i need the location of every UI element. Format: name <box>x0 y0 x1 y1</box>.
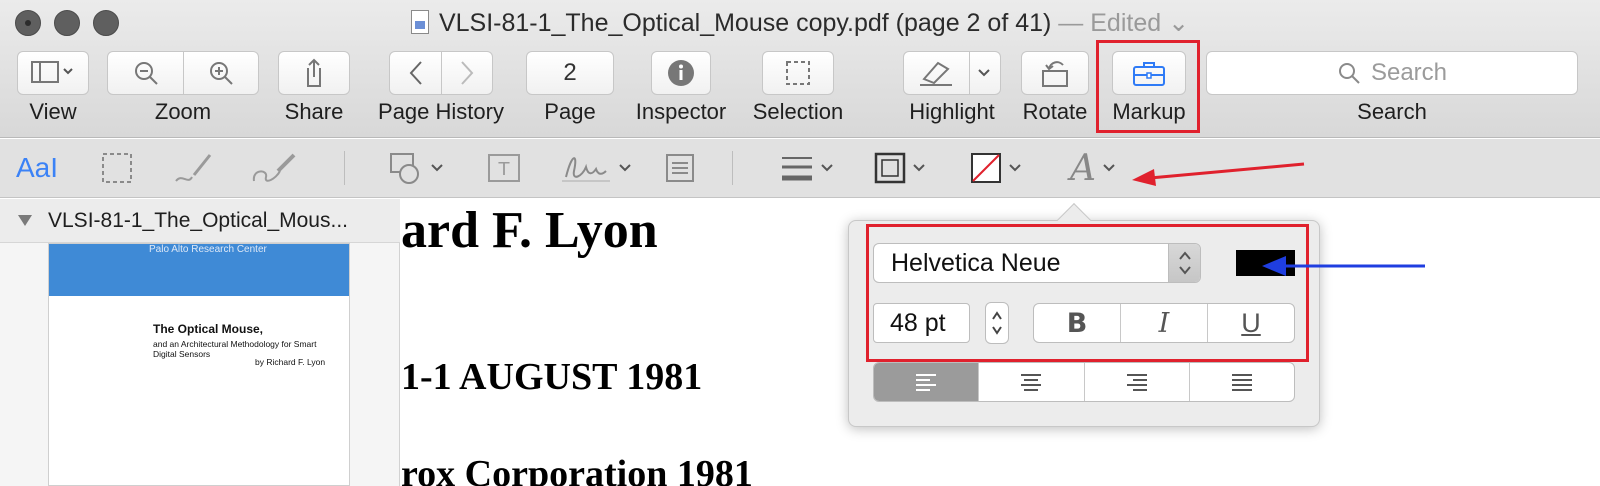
edited-status[interactable]: — Edited ⌄ <box>1058 9 1189 37</box>
page-thumbnail[interactable]: Palo Alto Research Center The Optical Mo… <box>48 243 350 486</box>
note-tool[interactable] <box>664 147 696 189</box>
view-label: View <box>29 99 77 124</box>
thumbnail-header-band: Palo Alto Research Center <box>49 244 349 296</box>
align-left-icon <box>916 374 937 391</box>
text-alignment-segmented <box>873 362 1295 402</box>
fill-color-icon <box>971 153 1001 183</box>
align-center-icon <box>1021 374 1042 391</box>
draw-pen-icon <box>252 153 296 182</box>
text-selection-tool[interactable]: AaI <box>16 147 58 189</box>
sketch-tool[interactable] <box>172 147 216 189</box>
svg-text:T: T <box>498 159 511 180</box>
sidebar-view-icon <box>31 61 73 83</box>
align-right-icon <box>1126 374 1147 391</box>
zoom-out-button[interactable] <box>108 60 183 86</box>
disclosure-triangle-icon[interactable] <box>18 215 32 226</box>
zoom-in-icon <box>209 62 233 85</box>
highlight-control <box>903 51 1001 95</box>
thumbnail-author: by Richard F. Lyon <box>255 357 326 367</box>
inspector-label: Inspector <box>635 99 727 124</box>
zoom-out-icon <box>134 62 158 85</box>
shapes-icon <box>390 153 419 184</box>
rotate-label: Rotate <box>1022 99 1088 124</box>
rectangular-selection-icon <box>786 61 810 85</box>
line-style-icon <box>782 157 812 181</box>
search-icon <box>1338 63 1360 84</box>
document-author-line: ard F. Lyon <box>401 202 658 259</box>
document-copyright-line: rox Corporation 1981 <box>401 453 753 486</box>
selection-button[interactable] <box>762 51 834 95</box>
view-button[interactable] <box>17 51 89 95</box>
zoom-in-button[interactable] <box>183 60 258 86</box>
page-history-label: Page History <box>378 99 504 124</box>
thumbnail-subtitle: and an Architectural Methodology for Sma… <box>153 339 317 359</box>
toolbar: VLSI-81-1_The_Optical_Mouse copy.pdf (pa… <box>0 0 1600 138</box>
chevron-down-icon <box>1009 164 1021 172</box>
page-number-field[interactable]: 2 <box>526 51 614 95</box>
text-box-tool[interactable]: T <box>486 147 522 189</box>
text-box-icon: T <box>488 154 520 182</box>
signature-icon <box>562 157 610 182</box>
chevron-left-icon <box>409 61 422 85</box>
text-style-tool[interactable]: A <box>1070 147 1116 189</box>
rotate-icon <box>1042 61 1068 87</box>
document-report-line: 1-1 AUGUST 1981 <box>401 356 703 398</box>
share-label: Share <box>284 99 344 124</box>
sketch-pen-icon <box>175 154 212 182</box>
chevron-down-icon <box>821 164 833 172</box>
align-justify-icon <box>1231 374 1252 391</box>
thumbnail-title: The Optical Mouse, <box>153 322 264 336</box>
align-center-button[interactable] <box>979 363 1085 401</box>
align-left-button[interactable] <box>874 363 980 401</box>
red-arrow-annotation <box>1132 162 1305 186</box>
rectangular-selection-tool[interactable] <box>100 147 134 189</box>
search-label: Search <box>1357 99 1427 124</box>
sidebar-document-name: VLSI-81-1_The_Optical_Mous... <box>48 208 348 232</box>
chevron-down-icon <box>619 164 631 172</box>
share-button[interactable] <box>278 51 350 95</box>
search-placeholder: Search <box>1370 59 1448 86</box>
draw-tool[interactable] <box>250 147 300 189</box>
line-style-tool[interactable] <box>780 147 834 189</box>
forward-button[interactable] <box>441 60 492 86</box>
highlight-button[interactable] <box>904 59 969 87</box>
highlight-options-button[interactable] <box>969 68 1000 78</box>
highlighter-icon <box>920 61 953 86</box>
search-field[interactable]: Search <box>1206 51 1578 95</box>
dashed-rectangle-icon <box>102 153 132 183</box>
highlight-label: Highlight <box>909 99 995 124</box>
rotate-button[interactable] <box>1021 51 1089 95</box>
align-right-button[interactable] <box>1085 363 1190 401</box>
signature-tool[interactable] <box>560 147 632 189</box>
selection-label: Selection <box>752 99 844 124</box>
back-button[interactable] <box>390 60 441 86</box>
markup-highlight-annotation <box>1096 40 1200 133</box>
font-controls-highlight-annotation <box>866 224 1309 362</box>
markup-toolbar: AaI T A <box>0 139 1600 198</box>
pdf-document-icon <box>410 10 429 34</box>
inspector-button[interactable] <box>651 51 711 95</box>
border-color-icon <box>874 152 906 184</box>
thumbnail-sidebar: VLSI-81-1_The_Optical_Mous... Palo Alto … <box>0 199 400 486</box>
share-icon <box>307 58 321 87</box>
thumbnail-header-text: Palo Alto Research Center <box>149 244 267 255</box>
window-title-text: VLSI-81-1_The_Optical_Mouse copy.pdf (pa… <box>438 9 1052 37</box>
chevron-right-icon <box>460 61 473 85</box>
chevron-down-icon <box>1103 164 1115 172</box>
border-color-tool[interactable] <box>874 147 926 189</box>
info-icon <box>668 60 694 86</box>
blue-arrow-annotation <box>1262 256 1425 276</box>
window-title: VLSI-81-1_The_Optical_Mouse copy.pdf (pa… <box>0 8 1600 38</box>
sidebar-document-item[interactable]: VLSI-81-1_The_Optical_Mous... <box>0 199 400 243</box>
chevron-down-icon <box>978 69 991 77</box>
chevron-down-icon <box>913 164 925 172</box>
page-label: Page <box>544 99 596 124</box>
note-icon <box>666 154 694 182</box>
shapes-tool[interactable] <box>388 147 444 189</box>
chevron-down-icon <box>431 164 443 172</box>
zoom-label: Zoom <box>154 99 212 124</box>
text-style-icon: A <box>1070 147 1096 189</box>
align-justify-button[interactable] <box>1190 363 1294 401</box>
fill-color-tool[interactable] <box>970 147 1022 189</box>
